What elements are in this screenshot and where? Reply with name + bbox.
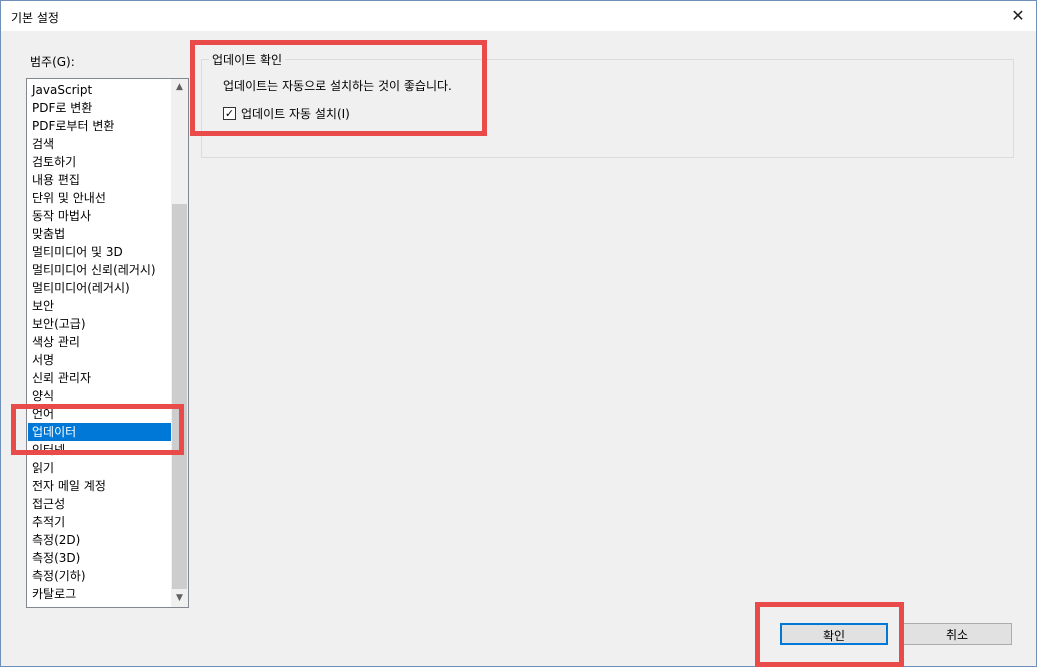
category-item[interactable]: 동작 마법사 xyxy=(28,207,171,225)
category-item[interactable]: 카탈로그 xyxy=(28,585,171,603)
cancel-button[interactable]: 취소 xyxy=(902,623,1012,645)
category-item[interactable]: 보안(고급) xyxy=(28,315,171,333)
auto-install-checkbox[interactable]: ✓ xyxy=(223,106,236,120)
category-item[interactable]: 업데이터 xyxy=(28,423,171,441)
category-item[interactable]: 내용 편집 xyxy=(28,171,171,189)
scroll-down-icon[interactable]: ▼ xyxy=(171,590,188,607)
category-item[interactable]: 보안 xyxy=(28,297,171,315)
category-item[interactable]: 추적기 xyxy=(28,513,171,531)
preferences-dialog: 기본 설정 ✕ 범주(G): JavaScript PDF로 변환 PDF로부터 변… xyxy=(0,0,1037,667)
auto-install-label[interactable]: 업데이트 자동 설치(I) xyxy=(241,105,350,122)
category-item[interactable]: 검토하기 xyxy=(28,153,171,171)
category-item[interactable]: 측정(기하) xyxy=(28,567,171,585)
category-item[interactable]: 측정(2D) xyxy=(28,531,171,549)
category-item[interactable]: PDF로 변환 xyxy=(28,99,171,117)
category-item[interactable]: 전자 메일 계정 xyxy=(28,477,171,495)
category-item[interactable]: 읽기 xyxy=(28,459,171,477)
category-items: JavaScript PDF로 변환 PDF로부터 변환 검색 검토하기 내용 편집 단위 … xyxy=(28,81,171,603)
title-bar: 기본 설정 ✕ xyxy=(1,1,1036,31)
close-icon[interactable]: ✕ xyxy=(1004,2,1032,30)
scroll-thumb[interactable] xyxy=(172,204,187,589)
category-item[interactable]: 양식 xyxy=(28,387,171,405)
category-item[interactable]: 색상 관리 xyxy=(28,333,171,351)
update-group-title: 업데이트 확인 xyxy=(209,51,286,68)
category-item[interactable]: 인터넷 xyxy=(28,441,171,459)
category-item[interactable]: 언어 xyxy=(28,405,171,423)
category-item[interactable]: PDF로부터 변환 xyxy=(28,117,171,135)
category-item[interactable]: 멀티미디어 및 3D xyxy=(28,243,171,261)
ok-button[interactable]: 확인 xyxy=(780,623,888,645)
category-item[interactable]: 멀티미디어(레거시) xyxy=(28,279,171,297)
category-scrollbar[interactable]: ▲ ▼ xyxy=(171,79,188,607)
category-item[interactable]: 측정(3D) xyxy=(28,549,171,567)
category-item[interactable]: 서명 xyxy=(28,351,171,369)
category-item[interactable]: 접근성 xyxy=(28,495,171,513)
category-list[interactable]: JavaScript PDF로 변환 PDF로부터 변환 검색 검토하기 내용 편집 단위 … xyxy=(26,78,189,608)
auto-install-row[interactable]: ✓ 업데이트 자동 설치(I) xyxy=(223,105,350,121)
category-item[interactable]: 단위 및 안내선 xyxy=(28,189,171,207)
category-item[interactable]: 맞춤법 xyxy=(28,225,171,243)
scroll-up-icon[interactable]: ▲ xyxy=(171,79,188,96)
category-item[interactable]: JavaScript xyxy=(28,81,171,99)
update-description: 업데이트는 자동으로 설치하는 것이 좋습니다. xyxy=(223,79,452,93)
category-item[interactable]: 검색 xyxy=(28,135,171,153)
category-item[interactable]: 신뢰 관리자 xyxy=(28,369,171,387)
category-item[interactable]: 멀티미디어 신뢰(레거시) xyxy=(28,261,171,279)
category-label: 범주(G): xyxy=(30,55,75,69)
window-title: 기본 설정 xyxy=(11,11,59,25)
